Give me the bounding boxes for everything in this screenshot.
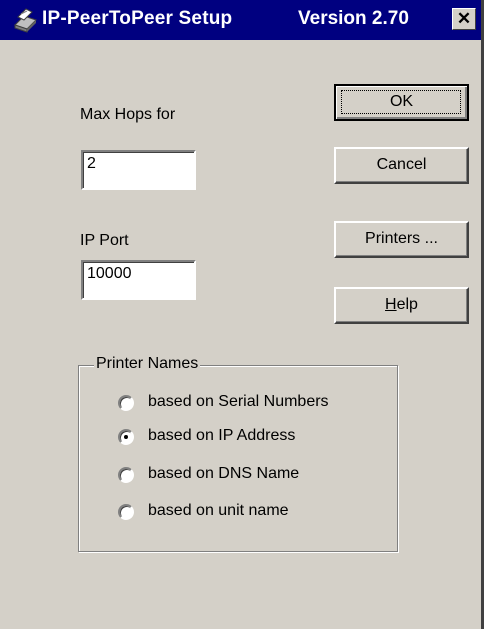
printer-names-legend: Printer Names xyxy=(94,355,201,373)
focus-rectangle xyxy=(341,90,461,114)
ip-port-label: IP Port xyxy=(80,232,129,249)
help-button-label: elp xyxy=(396,296,418,313)
radio-button-selected[interactable] xyxy=(118,429,134,445)
radio-label: based on IP Address xyxy=(148,427,296,444)
help-mnemonic: H xyxy=(385,296,397,313)
radio-button[interactable] xyxy=(118,467,134,483)
printers-button-label: Printers ... xyxy=(365,230,438,247)
cancel-button[interactable]: Cancel xyxy=(334,147,469,184)
radio-button[interactable] xyxy=(118,504,134,520)
radio-button[interactable] xyxy=(118,395,134,411)
radio-label: based on unit name xyxy=(148,502,289,519)
close-icon: ✕ xyxy=(456,9,472,28)
max-hops-value: 2 xyxy=(87,155,96,172)
window-title: IP-PeerToPeer Setup xyxy=(42,8,233,29)
setup-dialog: IP-PeerToPeer Setup Version 2.70 ✕ Max H… xyxy=(0,0,484,629)
help-button[interactable]: Help xyxy=(334,287,469,324)
printer-icon xyxy=(14,8,37,33)
max-hops-label: Max Hops for xyxy=(80,106,176,123)
radio-label: based on Serial Numbers xyxy=(148,393,329,410)
cancel-button-label: Cancel xyxy=(376,156,427,173)
ok-button[interactable]: OK xyxy=(334,84,469,121)
radio-selected-dot xyxy=(124,435,128,439)
printers-button[interactable]: Printers ... xyxy=(334,221,469,258)
ip-port-input[interactable]: 10000 xyxy=(81,260,196,300)
close-button[interactable]: ✕ xyxy=(452,8,476,30)
max-hops-input[interactable]: 2 xyxy=(81,150,196,190)
title-bar[interactable]: IP-PeerToPeer Setup Version 2.70 ✕ xyxy=(0,0,481,40)
ip-port-value: 10000 xyxy=(87,265,132,282)
window-version: Version 2.70 xyxy=(298,8,409,29)
radio-label: based on DNS Name xyxy=(148,465,300,482)
